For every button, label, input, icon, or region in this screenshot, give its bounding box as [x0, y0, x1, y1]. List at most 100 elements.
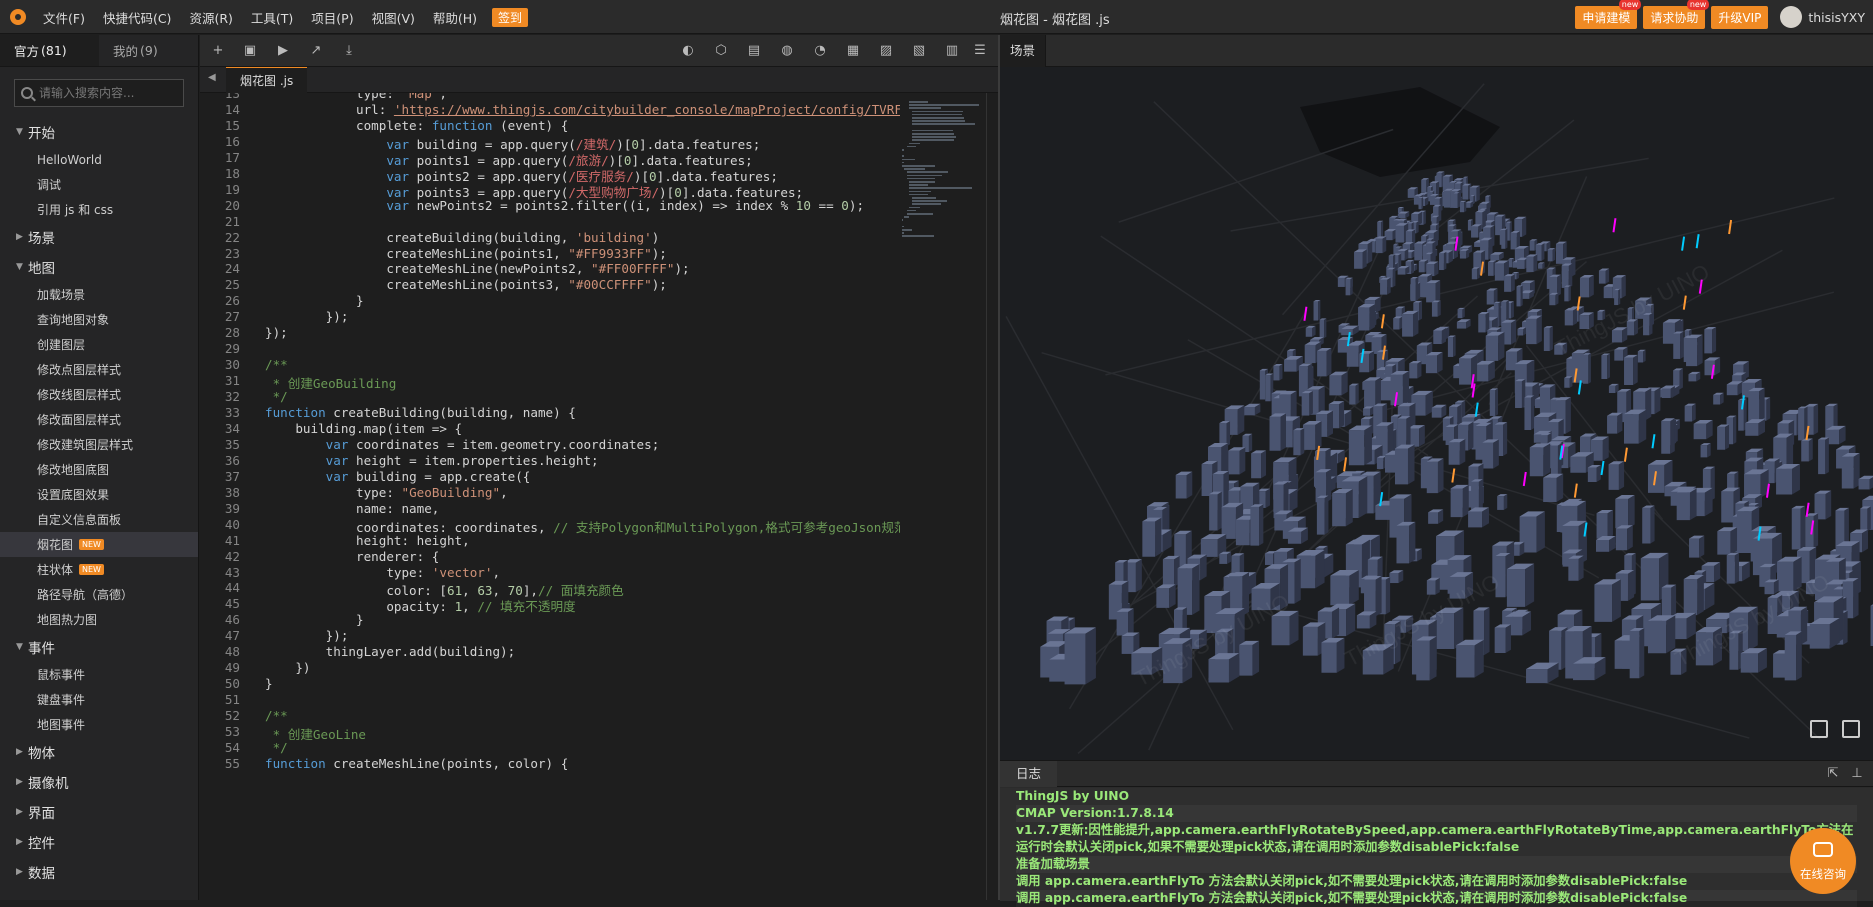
tree-group[interactable]: ▶ 摄像机 — [0, 767, 198, 797]
building-side — [1569, 376, 1573, 388]
sign-in-button[interactable]: 签到 — [492, 7, 529, 27]
online-consult-button[interactable]: 在线咨询 — [1790, 828, 1856, 894]
tree-item[interactable]: 设置底图效果 — [0, 482, 198, 507]
tree-group[interactable]: ▶ 界面 — [0, 797, 198, 827]
code-line: }); — [265, 325, 288, 341]
image-icon[interactable]: ▨ — [878, 43, 894, 59]
request-help-button[interactable]: 请求协助 new — [1643, 0, 1710, 29]
tab-scroll-left-icon[interactable]: ◀ — [208, 72, 216, 83]
city-map-3d[interactable]: ThingJS by UINOThingJS by UINO ThingJS by… — [1000, 67, 1873, 760]
tree-item[interactable]: 修改地图底图 — [0, 457, 198, 482]
tree-item[interactable]: 创建图层 — [0, 332, 198, 357]
tree-item[interactable]: 键盘事件 — [0, 687, 198, 712]
code-area[interactable]: 13 type: 'Map', 14 url: 'https://www.thin… — [200, 93, 900, 900]
picture-icon[interactable]: ▧ — [911, 43, 927, 59]
fullscreen-icon[interactable] — [1842, 720, 1860, 738]
tree-item-label: 查询地图对象 — [37, 313, 110, 327]
apply-modeling-button[interactable]: 申请建模 new — [1575, 0, 1642, 29]
tree-item[interactable]: 地图热力图 — [0, 607, 198, 632]
code-minimap[interactable] — [902, 93, 986, 273]
tree-item[interactable]: 烟花图 NEW — [0, 532, 198, 557]
tree-group[interactable]: ▼ 地图 — [0, 252, 198, 282]
building-icon[interactable]: ▤ — [746, 43, 762, 59]
tab-mine[interactable]: 我的 (9) — [99, 35, 198, 66]
open-external-icon[interactable]: ⇱ — [1825, 766, 1841, 782]
building-side — [1265, 488, 1270, 508]
tree-item[interactable]: 鼠标事件 — [0, 662, 198, 687]
notes-icon[interactable]: ▥ — [944, 43, 960, 59]
tree-item[interactable]: 修改面图层样式 — [0, 407, 198, 432]
download-icon[interactable]: ⤓ — [341, 43, 357, 59]
building-side — [1707, 443, 1711, 458]
tree-group[interactable]: ▼ 开始 — [0, 117, 198, 147]
tree-item[interactable]: 引用 js 和 css — [0, 197, 198, 222]
line-number: 42 — [224, 548, 240, 564]
tab-official[interactable]: 官方 (81) — [0, 35, 99, 66]
pin-icon[interactable]: ⊥ — [1849, 766, 1865, 782]
share-icon[interactable]: ↗ — [308, 43, 324, 59]
menu-file[interactable]: 文件(F) — [34, 8, 94, 27]
tab-log[interactable]: 日志 — [1000, 761, 1058, 787]
menu-quick-code[interactable]: 快捷代码(C) — [94, 8, 180, 27]
tree-group[interactable]: ▶ 数据 — [0, 857, 198, 887]
building-front — [1704, 329, 1713, 354]
menu-view[interactable]: 视图(V) — [363, 8, 424, 27]
tree-item[interactable]: 查询地图对象 — [0, 307, 198, 332]
building-front — [1595, 539, 1610, 552]
building-side — [1437, 458, 1444, 494]
scene-viewport[interactable]: ThingJS by UINO ThingJS by UINO ThingJS by… — [1000, 67, 1873, 760]
building-side — [1485, 312, 1490, 333]
code-line: /** — [265, 357, 288, 373]
tree-item[interactable]: 修改建筑图层样式 — [0, 432, 198, 457]
open-external-icon[interactable] — [1810, 720, 1828, 738]
building-front — [1494, 263, 1504, 281]
menu-resources[interactable]: 资源(R) — [180, 8, 241, 27]
building-side — [1813, 513, 1819, 548]
upgrade-vip-button[interactable]: 升级VIP — [1711, 5, 1769, 29]
tree-item[interactable]: 地图事件 — [0, 712, 198, 737]
tree-item[interactable]: 柱状体 NEW — [0, 557, 198, 582]
building-side — [1441, 327, 1447, 345]
theme-icon[interactable]: ◐ — [680, 43, 696, 59]
menu-help[interactable]: 帮助(H) — [424, 8, 486, 27]
menu-tools[interactable]: 工具(T) — [242, 8, 302, 27]
search-input[interactable] — [39, 86, 189, 100]
tree-item[interactable]: 加载场景 — [0, 282, 198, 307]
building-side — [1318, 299, 1321, 321]
tree-group[interactable]: ▶ 物体 — [0, 737, 198, 767]
tree-item[interactable]: 自定义信息面板 — [0, 507, 198, 532]
add-icon[interactable]: + — [210, 43, 226, 59]
building-front — [1313, 301, 1319, 321]
tree-item[interactable]: 修改线图层样式 — [0, 382, 198, 407]
building-side — [1505, 624, 1511, 654]
building-front — [1453, 193, 1458, 208]
tree-item[interactable]: 调试 — [0, 172, 198, 197]
cube-icon[interactable]: ⬡ — [713, 43, 729, 59]
settings-icon[interactable]: ☰ — [972, 43, 988, 59]
chart-icon[interactable]: ◔ — [812, 43, 828, 59]
building-side — [1289, 610, 1299, 646]
globe-icon[interactable]: ◍ — [779, 43, 795, 59]
building-front — [1717, 426, 1726, 450]
tree-item[interactable]: 修改点图层样式 — [0, 357, 198, 382]
tree-group[interactable]: ▶ 场景 — [0, 222, 198, 252]
building-side — [1326, 347, 1332, 377]
tree-item[interactable]: HelloWorld — [0, 147, 198, 172]
file-tab[interactable]: 烟花图 .js — [226, 67, 308, 93]
tree-group[interactable]: ▼ 事件 — [0, 632, 198, 662]
building-front — [1421, 179, 1427, 193]
building-front — [1121, 636, 1134, 654]
layout-icon[interactable]: ▦ — [845, 43, 861, 59]
save-icon[interactable]: ▣ — [242, 43, 258, 59]
tree-item[interactable]: 路径导航（高德） — [0, 582, 198, 607]
building-side — [1800, 505, 1806, 550]
editor-scrollbar[interactable] — [986, 93, 998, 900]
building-front — [1501, 229, 1506, 249]
tree-group[interactable]: ▶ 控件 — [0, 827, 198, 857]
minimap-line — [911, 203, 942, 205]
avatar[interactable] — [1780, 6, 1803, 28]
username[interactable]: thisisYXY — [1808, 10, 1865, 25]
menu-project[interactable]: 项目(P) — [302, 8, 362, 27]
tab-scene[interactable]: 场景 — [1000, 35, 1047, 67]
run-icon[interactable]: ▶ — [275, 43, 291, 59]
